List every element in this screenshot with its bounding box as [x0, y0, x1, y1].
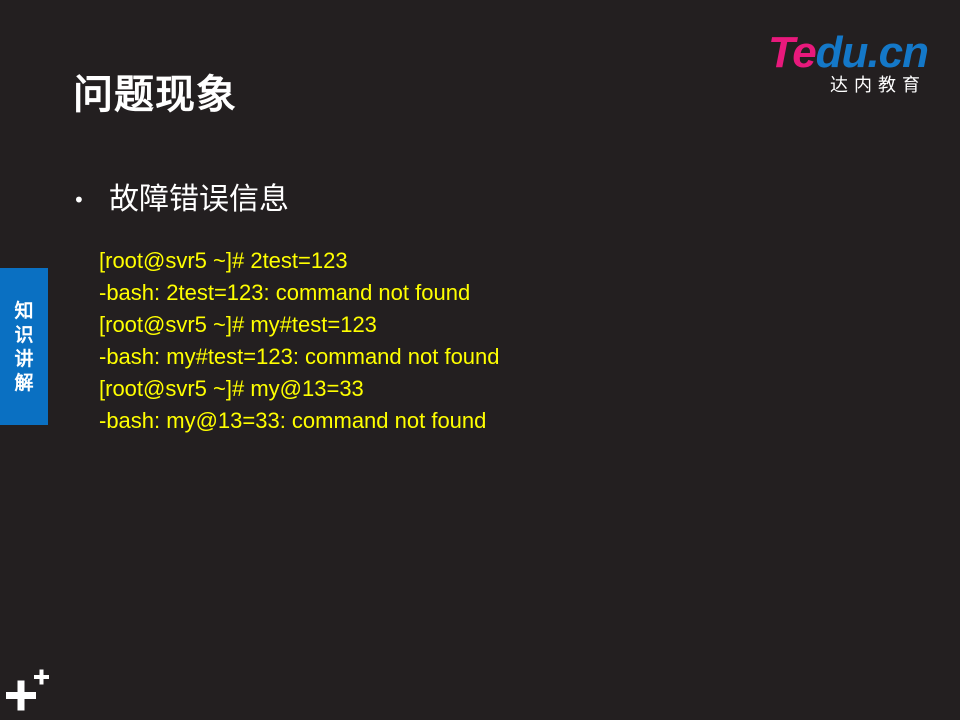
- side-tab: 知识讲解: [0, 268, 48, 425]
- plus-plus-icon: [6, 669, 49, 711]
- logo-wordmark: Tedu.cn: [767, 28, 929, 77]
- terminal-line: [root@svr5 ~]# my#test=123: [99, 312, 377, 337]
- slide-title: 问题现象: [73, 72, 237, 118]
- bullet-text: 故障错误信息: [109, 182, 289, 217]
- logo-subtitle: 达内教育: [830, 75, 926, 96]
- terminal-line: -bash: my@13=33: command not found: [99, 408, 487, 433]
- terminal-line: -bash: 2test=123: command not found: [99, 280, 471, 305]
- side-tab-label: 知识讲解: [14, 299, 34, 394]
- bullet-item: • 故障错误信息: [73, 180, 289, 220]
- tedu-logo: Tedu.cn 达内教育: [748, 28, 929, 100]
- terminal-output: [root@svr5 ~]# 2test=123 -bash: 2test=12…: [99, 245, 500, 437]
- logo-wordmark-rest: du.cn: [815, 28, 929, 77]
- terminal-line: [root@svr5 ~]# my@13=33: [99, 376, 364, 401]
- bullet-marker: •: [73, 188, 85, 212]
- logo-wordmark-te: Te: [767, 28, 817, 77]
- terminal-line: [root@svr5 ~]# 2test=123: [99, 248, 348, 273]
- terminal-line: -bash: my#test=123: command not found: [99, 344, 500, 369]
